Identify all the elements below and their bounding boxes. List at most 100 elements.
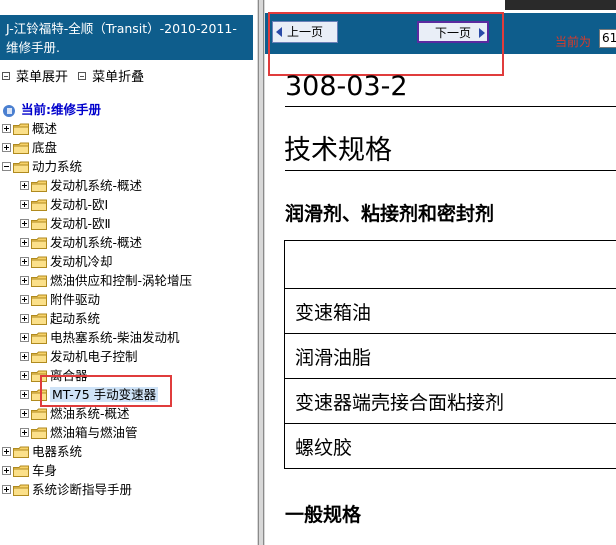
- tree-item-label: 发动机系统-概述: [50, 235, 143, 250]
- collapse-all-button[interactable]: 菜单折叠: [92, 70, 144, 85]
- tree-item-label: 发动机冷却: [50, 254, 113, 269]
- folder-icon: [31, 427, 47, 439]
- tree-item[interactable]: 起动系统: [20, 308, 100, 327]
- selection-annotation-box: [40, 375, 172, 407]
- folder-icon: [31, 256, 47, 268]
- expand-toggle-icon[interactable]: [20, 200, 29, 209]
- tree-item[interactable]: 系统诊断指导手册: [2, 479, 132, 498]
- folder-icon: [13, 484, 29, 496]
- general-spec-heading: 一般规格: [285, 504, 362, 526]
- divider: [285, 106, 616, 107]
- folder-icon: [31, 313, 47, 325]
- navigation-pane: J-江铃福特-全顺（Transit）-2010-2011-维修手册. 菜单展开 …: [0, 0, 257, 545]
- table-row: [284, 240, 616, 289]
- section-heading: 润滑剂、粘接剂和密封剂: [285, 203, 495, 225]
- tree-item[interactable]: 发动机-欧Ⅰ: [20, 194, 108, 213]
- top-strip: [505, 0, 616, 10]
- expand-toggle-icon[interactable]: [20, 238, 29, 247]
- expand-toggle-icon[interactable]: [2, 143, 11, 152]
- collapse-all-icon: [78, 71, 87, 80]
- folder-icon: [13, 161, 29, 173]
- tree-item[interactable]: 发动机系统-概述: [20, 232, 142, 251]
- spec-table: 变速箱油 润滑油脂 变速器端壳接合面粘接剂 螺纹胶: [284, 240, 616, 469]
- divider: [285, 170, 616, 171]
- tree-item[interactable]: 附件驱动: [20, 289, 100, 308]
- tree-item[interactable]: 概述: [2, 118, 57, 137]
- folder-icon: [31, 275, 47, 287]
- table-row: 变速器端壳接合面粘接剂: [284, 378, 616, 424]
- tree-root[interactable]: 当前:维修手册: [2, 99, 101, 118]
- folder-icon: [31, 294, 47, 306]
- tree-item[interactable]: 发动机冷却: [20, 251, 113, 270]
- folder-icon: [31, 237, 47, 249]
- table-cell: [284, 240, 616, 289]
- expand-toggle-icon[interactable]: [20, 409, 29, 418]
- tree-item[interactable]: 底盘: [2, 137, 57, 156]
- tree-item-label: 发动机-欧Ⅱ: [50, 216, 111, 231]
- folder-icon: [31, 180, 47, 192]
- expand-toggle-icon[interactable]: [20, 314, 29, 323]
- tree-item[interactable]: 车身: [2, 460, 57, 479]
- nav-annotation-box: [268, 12, 504, 76]
- manual-title: J-江铃福特-全顺（Transit）-2010-2011-维修手册.: [0, 15, 253, 60]
- tree-item-label: 燃油箱与燃油管: [50, 425, 138, 440]
- tree-item-label: 电器系统: [32, 444, 83, 459]
- page-number-input[interactable]: 61: [599, 29, 616, 48]
- folder-icon: [31, 218, 47, 230]
- expand-toggle-icon[interactable]: [20, 257, 29, 266]
- expand-toggle-icon[interactable]: [2, 447, 11, 456]
- expand-toggle-icon[interactable]: [20, 371, 29, 380]
- folder-icon: [13, 465, 29, 477]
- table-cell: 润滑油脂: [284, 333, 616, 379]
- tree-item[interactable]: 发动机电子控制: [20, 346, 138, 365]
- expand-toggle-icon[interactable]: [20, 333, 29, 342]
- pane-splitter[interactable]: [257, 0, 265, 545]
- table-row: 润滑油脂: [284, 333, 616, 379]
- table-cell: 变速箱油: [284, 288, 616, 334]
- folder-icon: [31, 351, 47, 363]
- expand-toggle-icon[interactable]: [20, 352, 29, 361]
- expand-toggle-icon[interactable]: [20, 295, 29, 304]
- expand-toggle-icon[interactable]: [20, 390, 29, 399]
- tree-item-label: 附件驱动: [50, 292, 101, 307]
- tree-controls: 菜单展开 菜单折叠: [2, 66, 144, 85]
- document-code: 308-03-2: [285, 71, 408, 102]
- current-page-label: 当前为: [555, 35, 592, 49]
- tree-item[interactable]: 燃油箱与燃油管: [20, 422, 138, 441]
- expand-toggle-icon[interactable]: [20, 219, 29, 228]
- tree-item[interactable]: 动力系统: [2, 156, 82, 175]
- tree-item-label: 电热塞系统-柴油发动机: [50, 330, 180, 345]
- expand-all-button[interactable]: 菜单展开: [16, 70, 68, 85]
- folder-icon: [31, 332, 47, 344]
- expand-toggle-icon[interactable]: [2, 124, 11, 133]
- table-row: 变速箱油: [284, 288, 616, 334]
- tree-item-label: 底盘: [32, 140, 58, 155]
- expand-toggle-icon[interactable]: [2, 485, 11, 494]
- tree-item-label: 燃油供应和控制-涡轮增压: [50, 273, 193, 288]
- tree-item-label: 发动机系统-概述: [50, 178, 143, 193]
- document-title: 技术规格: [284, 135, 392, 166]
- folder-icon: [13, 123, 29, 135]
- expand-toggle-icon[interactable]: [20, 181, 29, 190]
- expand-toggle-icon[interactable]: [2, 466, 11, 475]
- tree-item-label: 车身: [32, 463, 58, 478]
- tree-item[interactable]: 燃油供应和控制-涡轮增压: [20, 270, 192, 289]
- document-pane: 上一页 下一页 当前为 61 308-03-2 技术规格 润滑剂、粘接剂和密封剂…: [265, 0, 616, 545]
- tree-item-label: 燃油系统-概述: [50, 406, 130, 421]
- expand-toggle-icon[interactable]: [20, 428, 29, 437]
- expand-all-icon: [2, 71, 10, 80]
- tree-item[interactable]: 发动机系统-概述: [20, 175, 142, 194]
- root-book-icon: [2, 104, 18, 117]
- tree-item[interactable]: 电器系统: [2, 441, 82, 460]
- expand-toggle-icon[interactable]: [20, 276, 29, 285]
- folder-icon: [31, 408, 47, 420]
- tree-item-label: 发动机电子控制: [50, 349, 138, 364]
- collapse-toggle-icon[interactable]: [2, 162, 11, 171]
- folder-icon: [13, 446, 29, 458]
- table-cell: 变速器端壳接合面粘接剂: [284, 378, 616, 424]
- tree-item-label: 概述: [32, 121, 58, 136]
- tree-item[interactable]: 发动机-欧Ⅱ: [20, 213, 111, 232]
- folder-icon: [13, 142, 29, 154]
- tree-item[interactable]: 电热塞系统-柴油发动机: [20, 327, 180, 346]
- folder-icon: [31, 199, 47, 211]
